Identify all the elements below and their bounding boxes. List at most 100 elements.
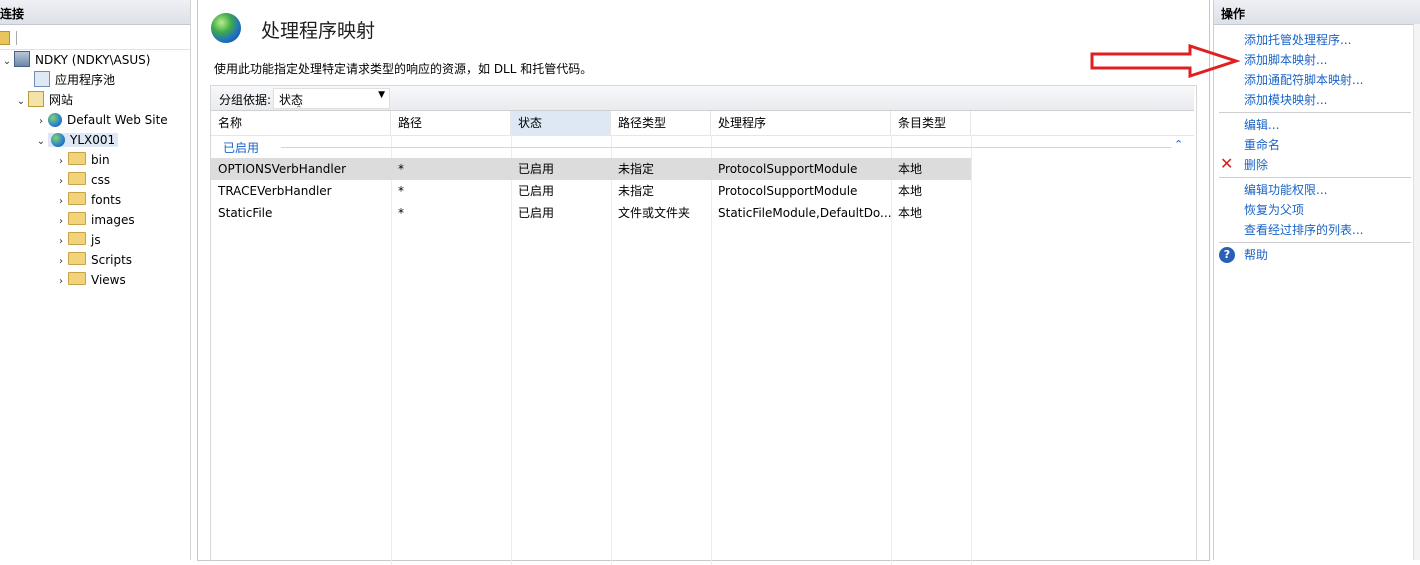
page-description: 使用此功能指定处理特定请求类型的响应的资源，如 DLL 和托管代码。 (214, 62, 593, 76)
cell-path-type: 文件或文件夹 (618, 206, 691, 220)
chevron-down-icon[interactable]: ⌄ (14, 92, 28, 112)
cell-path: * (398, 162, 404, 176)
tree-node-label: NDKY (NDKY\ASUS) (35, 53, 151, 67)
column-entry-type[interactable]: 条目类型 (891, 111, 971, 135)
add-wildcard-script-map-link[interactable]: 添加通配符脚本映射... (1244, 70, 1363, 90)
folder-icon (68, 192, 86, 205)
cell-name: OPTIONSVerbHandler (218, 162, 347, 176)
column-path[interactable]: 路径 (391, 111, 511, 135)
handler-mappings-list: 分组依据: 状态 ▼ 名称 ⌃ 路径 状态 路径类型 处理程序 条目类型 已启用… (210, 85, 1197, 565)
chevron-right-icon[interactable]: › (54, 252, 68, 272)
actions-separator (1219, 177, 1411, 178)
connections-toolbar (0, 27, 190, 50)
group-by-select[interactable]: 状态 ▼ (273, 88, 390, 109)
globe-icon (48, 113, 62, 127)
sort-ascending-icon: ⌃ (295, 105, 303, 115)
edit-link[interactable]: 编辑... (1244, 115, 1279, 135)
cell-state: 已启用 (518, 184, 555, 198)
chevron-right-icon[interactable]: › (54, 232, 68, 252)
sites-icon (28, 91, 44, 107)
tree-node-label: css (91, 173, 111, 187)
tree-node-server[interactable]: ⌄ NDKY (NDKY\ASUS) (0, 50, 150, 70)
cell-path: * (398, 206, 404, 220)
server-icon (14, 51, 30, 67)
table-row[interactable]: OPTIONSVerbHandler * 已启用 未指定 ProtocolSup… (211, 158, 971, 180)
table-row[interactable]: StaticFile * 已启用 文件或文件夹 StaticFileModule… (211, 202, 971, 224)
group-divider (281, 147, 1171, 148)
tree-node-label: 应用程序池 (55, 73, 116, 87)
cell-handler: StaticFileModule,DefaultDo... (718, 206, 891, 220)
chevron-right-icon[interactable]: › (54, 272, 68, 292)
tree-node-css[interactable]: › css (54, 170, 110, 190)
edit-feature-permissions-link[interactable]: 编辑功能权限... (1244, 180, 1327, 200)
add-module-map-link[interactable]: 添加模块映射... (1244, 90, 1327, 110)
actions-panel: 操作 添加托管处理程序... 添加脚本映射... 添加通配符脚本映射... 添加… (1213, 0, 1420, 560)
tree-node-js[interactable]: › js (54, 230, 101, 250)
feature-panel: 处理程序映射 使用此功能指定处理特定请求类型的响应的资源，如 DLL 和托管代码… (197, 0, 1210, 565)
help-icon: ? (1219, 247, 1235, 263)
delete-link[interactable]: 删除 (1244, 155, 1268, 175)
chevron-right-icon[interactable]: › (54, 192, 68, 212)
folder-icon (68, 152, 86, 165)
cell-name: TRACEVerbHandler (218, 184, 332, 198)
column-header: 名称 ⌃ 路径 状态 路径类型 处理程序 条目类型 (211, 105, 1194, 136)
folder-icon (68, 252, 86, 265)
tree-node-label: js (91, 233, 101, 247)
table-row[interactable]: TRACEVerbHandler * 已启用 未指定 ProtocolSuppo… (211, 180, 971, 202)
add-managed-handler-link[interactable]: 添加托管处理程序... (1244, 30, 1351, 50)
tree-node-label: Default Web Site (67, 113, 168, 127)
connect-folder-icon[interactable] (0, 31, 10, 45)
column-path-type[interactable]: 路径类型 (611, 111, 711, 135)
chevron-right-icon[interactable]: › (54, 152, 68, 172)
group-by-bar: 分组依据: 状态 ▼ (211, 86, 1194, 111)
page-title: 处理程序映射 (261, 20, 376, 42)
cell-path-type: 未指定 (618, 184, 655, 198)
connections-title: 连接 (0, 7, 25, 21)
tree-node-views[interactable]: › Views (54, 270, 126, 290)
tree-node-label: images (91, 213, 135, 227)
column-handler[interactable]: 处理程序 (711, 111, 891, 135)
chevron-right-icon[interactable]: › (54, 212, 68, 232)
cell-entry-type: 本地 (898, 184, 923, 198)
rename-link[interactable]: 重命名 (1244, 135, 1280, 155)
chevron-down-icon[interactable]: ⌄ (34, 132, 48, 152)
tree-node-sites[interactable]: ⌄ 网站 (14, 90, 73, 110)
chevron-right-icon[interactable]: › (34, 112, 48, 132)
tree-node-scripts[interactable]: › Scripts (54, 250, 132, 270)
add-script-map-link[interactable]: 添加脚本映射... (1244, 50, 1327, 70)
app-pool-icon (34, 71, 50, 87)
help-link[interactable]: 帮助 (1244, 245, 1268, 265)
view-ordered-list-link[interactable]: 查看经过排序的列表... (1244, 220, 1363, 240)
chevron-down-icon[interactable]: ⌄ (0, 52, 14, 72)
tree-node-label: 网站 (49, 93, 74, 107)
cell-state: 已启用 (518, 206, 555, 220)
tree-node-fonts[interactable]: › fonts (54, 190, 121, 210)
column-divider (971, 135, 972, 565)
group-header-enabled[interactable]: 已启用 ⌃ (211, 136, 1194, 158)
actions-separator (1219, 242, 1411, 243)
cell-path-type: 未指定 (618, 162, 655, 176)
folder-icon (68, 272, 86, 285)
globe-icon (51, 133, 65, 147)
revert-to-parent-link[interactable]: 恢复为父项 (1244, 200, 1304, 220)
toolbar-separator (16, 31, 17, 45)
collapse-icon[interactable]: ⌃ (1174, 138, 1183, 151)
folder-icon (68, 172, 86, 185)
tree-node-app-pools[interactable]: 应用程序池 (34, 70, 115, 90)
tree-node-label: bin (91, 153, 110, 167)
cell-handler: ProtocolSupportModule (718, 184, 858, 198)
tree-node-label: fonts (91, 193, 122, 207)
actions-scrollbar[interactable] (1413, 24, 1420, 560)
tree-node-ylx001[interactable]: ⌄ YLX001 (34, 130, 119, 152)
tree-node-default-web-site[interactable]: › Default Web Site (34, 110, 168, 130)
tree-node-images[interactable]: › images (54, 210, 135, 230)
actions-title: 操作 (1221, 7, 1246, 21)
cell-entry-type: 本地 (898, 162, 923, 176)
red-arrow-annotation (1090, 44, 1240, 78)
folder-icon (68, 212, 86, 225)
chevron-right-icon[interactable]: › (54, 172, 68, 192)
connections-header: 连接 (0, 0, 190, 25)
column-state[interactable]: 状态 (511, 111, 611, 135)
group-label: 已启用 (223, 141, 260, 155)
tree-node-bin[interactable]: › bin (54, 150, 110, 170)
